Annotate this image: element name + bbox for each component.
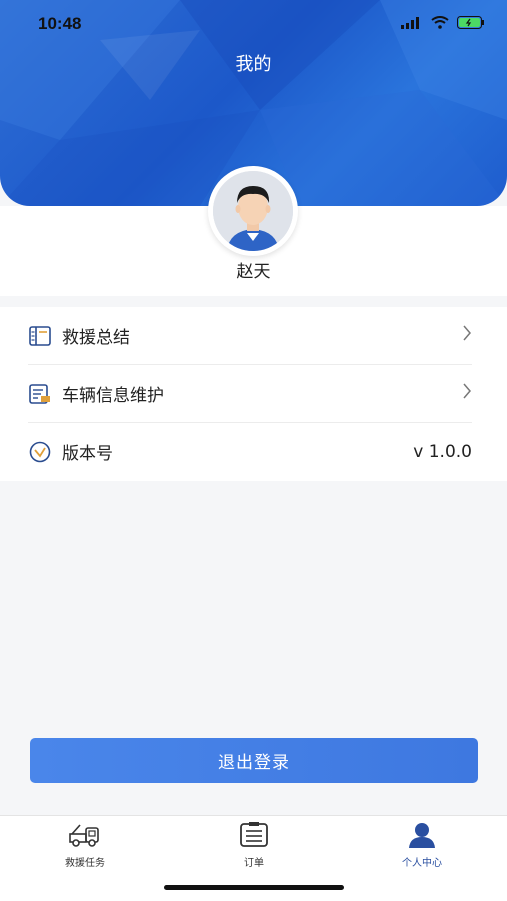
version-check-icon [28,440,52,464]
tab-label: 救援任务 [65,858,105,869]
document-edit-icon [28,382,52,406]
tab-label: 个人中心 [402,858,442,869]
version-value: v 1.0.0 [413,441,472,462]
home-indicator [164,885,344,890]
clipboard-list-icon [239,822,269,852]
menu-item-label: 车辆信息维护 [62,386,164,406]
page-title: 我的 [235,54,272,75]
signal-icon [401,16,419,29]
tab-personal-center[interactable]: 个人中心 [362,822,482,869]
tab-orders[interactable]: 订单 [194,822,314,869]
menu-item-rescue-summary[interactable]: 救援总结 [28,307,472,364]
menu-item-vehicle-info[interactable]: 车辆信息维护 [28,365,472,422]
logout-button[interactable]: 退出登录 [30,738,478,783]
tab-rescue-tasks[interactable]: 救援任务 [25,822,145,869]
status-time: 10:48 [38,14,82,33]
tab-label: 订单 [244,858,264,869]
battery-icon [457,16,484,29]
chevron-right-icon [462,325,472,346]
menu-item-label: 救援总结 [62,328,130,348]
profile-menu: 救援总结 车辆信息维护 版本号 v 1.0.0 [0,307,507,481]
chevron-right-icon [462,383,472,404]
status-icons [401,16,485,29]
user-name: 赵天 [236,262,271,282]
book-icon [28,324,52,348]
user-icon [407,822,437,852]
tow-truck-icon [68,822,102,852]
menu-item-version: 版本号 v 1.0.0 [28,423,472,480]
menu-item-label: 版本号 [62,444,113,464]
wifi-icon [431,16,449,29]
avatar[interactable] [208,166,298,256]
avatar-person-icon [213,171,293,251]
